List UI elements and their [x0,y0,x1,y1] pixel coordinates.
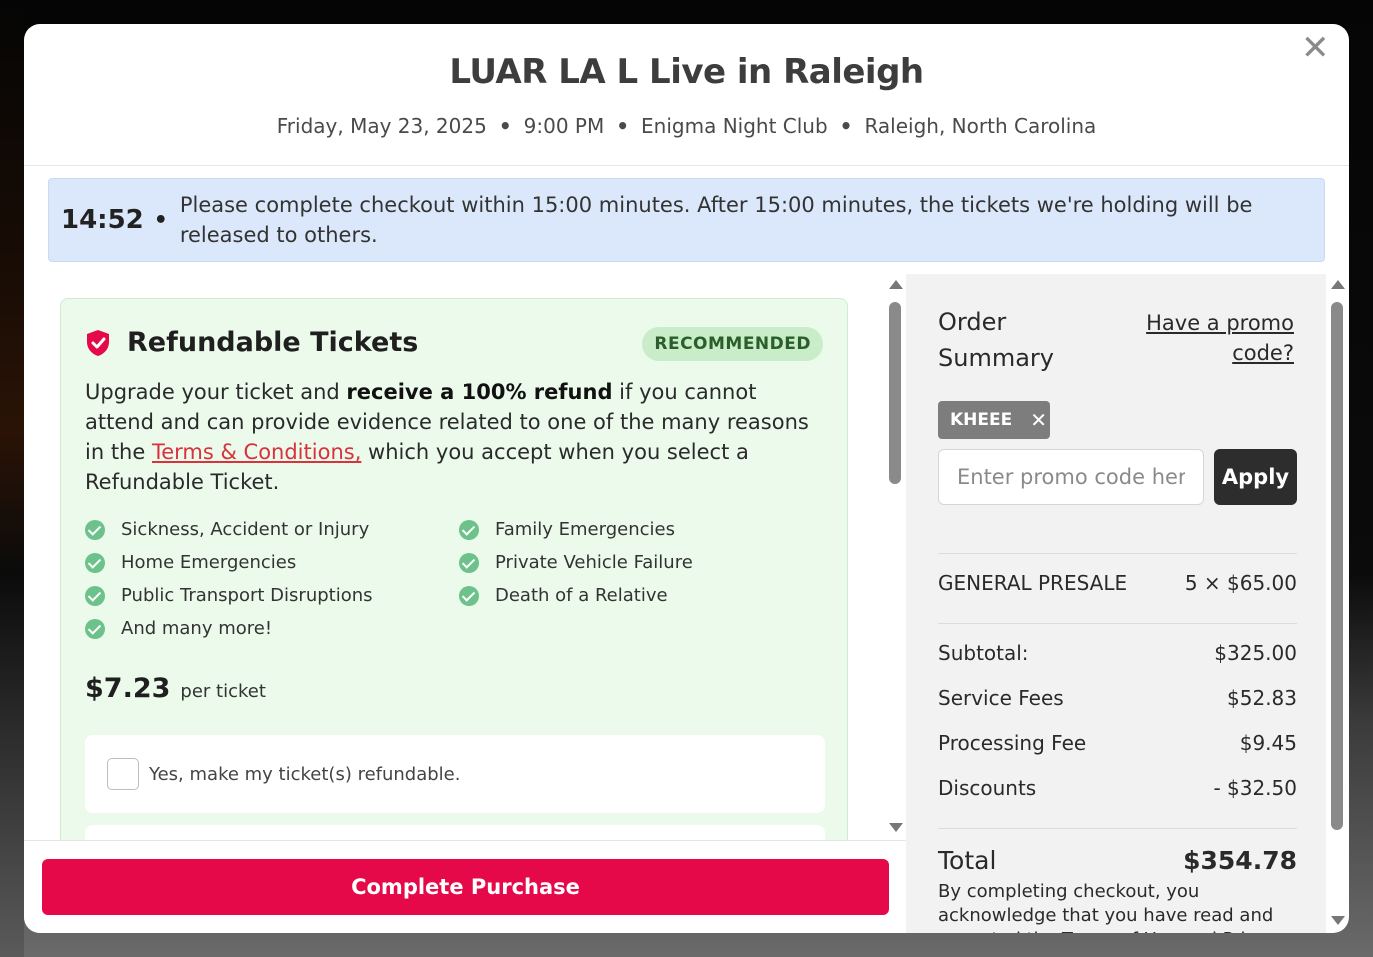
total-label: Total [938,846,997,875]
scrollbar-thumb[interactable] [1331,302,1343,830]
refundable-option-label[interactable]: Yes, make my ticket(s) refundable. [149,764,460,785]
reason-item: And many more! [85,618,272,639]
service-fees-row: Service Fees $52.83 [938,686,1297,710]
processing-fee-label: Processing Fee [938,731,1087,755]
meta-separator: • [498,114,512,138]
scrollbar-thumb[interactable] [889,302,901,484]
countdown-timer: 14:52 [61,205,144,235]
discounts-row: Discounts - $32.50 [938,776,1297,800]
scroll-up-arrow-icon[interactable] [1331,280,1345,289]
promo-chip-label: KHEEE [950,410,1013,430]
order-summary-title: Order Summary [938,308,1054,372]
apply-promo-button[interactable]: Apply [1214,449,1297,505]
refund-scroll-area[interactable]: Refundable Tickets RECOMMENDED Upgrade y… [48,278,904,840]
subtotal-label: Subtotal: [938,641,1029,665]
event-date: Friday, May 23, 2025 [276,114,487,138]
check-circle-icon [459,552,479,573]
discounts-value: - $32.50 [1213,776,1297,800]
check-circle-icon [459,585,479,606]
service-fees-label: Service Fees [938,686,1064,710]
reason-label: Family Emergencies [495,519,675,540]
order-summary-panel[interactable]: Order Summary Have a promo code? KHEEE ✕… [906,274,1326,933]
reason-item: Sickness, Accident or Injury [85,519,369,540]
check-circle-icon [85,585,105,606]
refundable-checkbox[interactable] [107,758,139,790]
ticket-qty-price: 5 × $65.00 [1184,571,1297,595]
meta-separator: • [839,114,853,138]
event-title: LUAR LA L Live in Raleigh [449,52,924,92]
subtotal-row: Subtotal: $325.00 [938,641,1297,665]
refundable-tickets-card: Refundable Tickets RECOMMENDED Upgrade y… [60,298,848,840]
divider [938,553,1297,554]
terms-conditions-link[interactable]: Terms & Conditions, [152,440,361,464]
scroll-down-arrow-icon[interactable] [889,823,903,832]
left-scrollbar[interactable] [886,278,904,840]
refund-price-unit: per ticket [180,681,266,702]
checkout-modal: ✕ LUAR LA L Live in Raleigh Friday, May … [24,24,1349,933]
ticket-name: GENERAL PRESALE [938,571,1128,595]
scroll-down-arrow-icon[interactable] [1331,916,1345,925]
check-circle-icon [459,519,479,540]
check-circle-icon [85,552,105,573]
remove-promo-icon[interactable]: ✕ [1030,408,1047,432]
event-header: LUAR LA L Live in Raleigh Friday, May 23… [24,24,1349,166]
reason-item: Family Emergencies [459,519,675,540]
reason-label: Home Emergencies [121,552,297,573]
scroll-up-arrow-icon[interactable] [889,280,903,289]
page-backdrop [0,0,24,957]
desc-bold: receive a 100% refund [346,380,613,404]
reason-item: Home Emergencies [85,552,296,573]
non-refundable-option[interactable] [85,825,825,840]
total-value: $354.78 [1183,846,1297,875]
refund-title: Refundable Tickets [127,327,419,358]
checkout-disclaimer: By completing checkout, you acknowledge … [938,881,1288,933]
refund-price: $7.23 per ticket [85,673,266,704]
promo-code-input[interactable] [938,449,1204,505]
refund-heading: Refundable Tickets [85,327,418,358]
event-time: 9:00 PM [523,114,605,138]
desc-text: Upgrade your ticket and [85,380,347,404]
checkout-timer-banner: 14:52 • Please complete checkout within … [48,178,1325,262]
promo-code-link[interactable]: Have a promo code? [1124,308,1294,368]
service-fees-value: $52.83 [1227,686,1297,710]
complete-purchase-button[interactable]: Complete Purchase [42,859,889,915]
applied-promo-chip: KHEEE ✕ [938,401,1050,439]
event-meta: Friday, May 23, 2025 • 9:00 PM • Enigma Nigh… [24,114,1349,138]
reason-label: Sickness, Accident or Injury [121,519,370,540]
reason-label: Private Vehicle Failure [495,552,693,573]
reason-label: And many more! [121,618,273,639]
recommended-badge: RECOMMENDED [642,327,823,361]
event-location: Raleigh, North Carolina [864,114,1097,138]
refund-price-amount: $7.23 [85,673,171,704]
discounts-label: Discounts [938,776,1037,800]
processing-fee-row: Processing Fee $9.45 [938,731,1297,755]
check-circle-icon [85,519,105,540]
total-row: Total $354.78 [938,846,1297,875]
checkout-footer: Complete Purchase [24,840,906,933]
reason-item: Death of a Relative [459,585,668,606]
reason-label: Public Transport Disruptions [121,585,373,606]
subtotal-value: $325.00 [1214,641,1297,665]
check-circle-icon [85,618,105,639]
divider [938,828,1297,829]
processing-fee-value: $9.45 [1239,731,1297,755]
timer-message: Please complete checkout within 15:00 mi… [179,193,1253,247]
event-venue: Enigma Night Club [641,114,828,138]
refundable-option[interactable]: Yes, make my ticket(s) refundable. [85,735,825,813]
reason-item: Public Transport Disruptions [85,585,373,606]
reason-label: Death of a Relative [495,585,668,606]
timer-separator: • [153,207,168,233]
ticket-line: GENERAL PRESALE 5 × $65.00 [938,571,1297,595]
close-icon[interactable]: ✕ [1301,31,1330,65]
shield-check-icon [87,329,109,356]
meta-separator: • [616,114,630,138]
summary-scrollbar[interactable] [1328,278,1346,933]
divider [938,623,1297,624]
refund-description: Upgrade your ticket and receive a 100% r… [85,377,825,497]
reason-item: Private Vehicle Failure [459,552,693,573]
